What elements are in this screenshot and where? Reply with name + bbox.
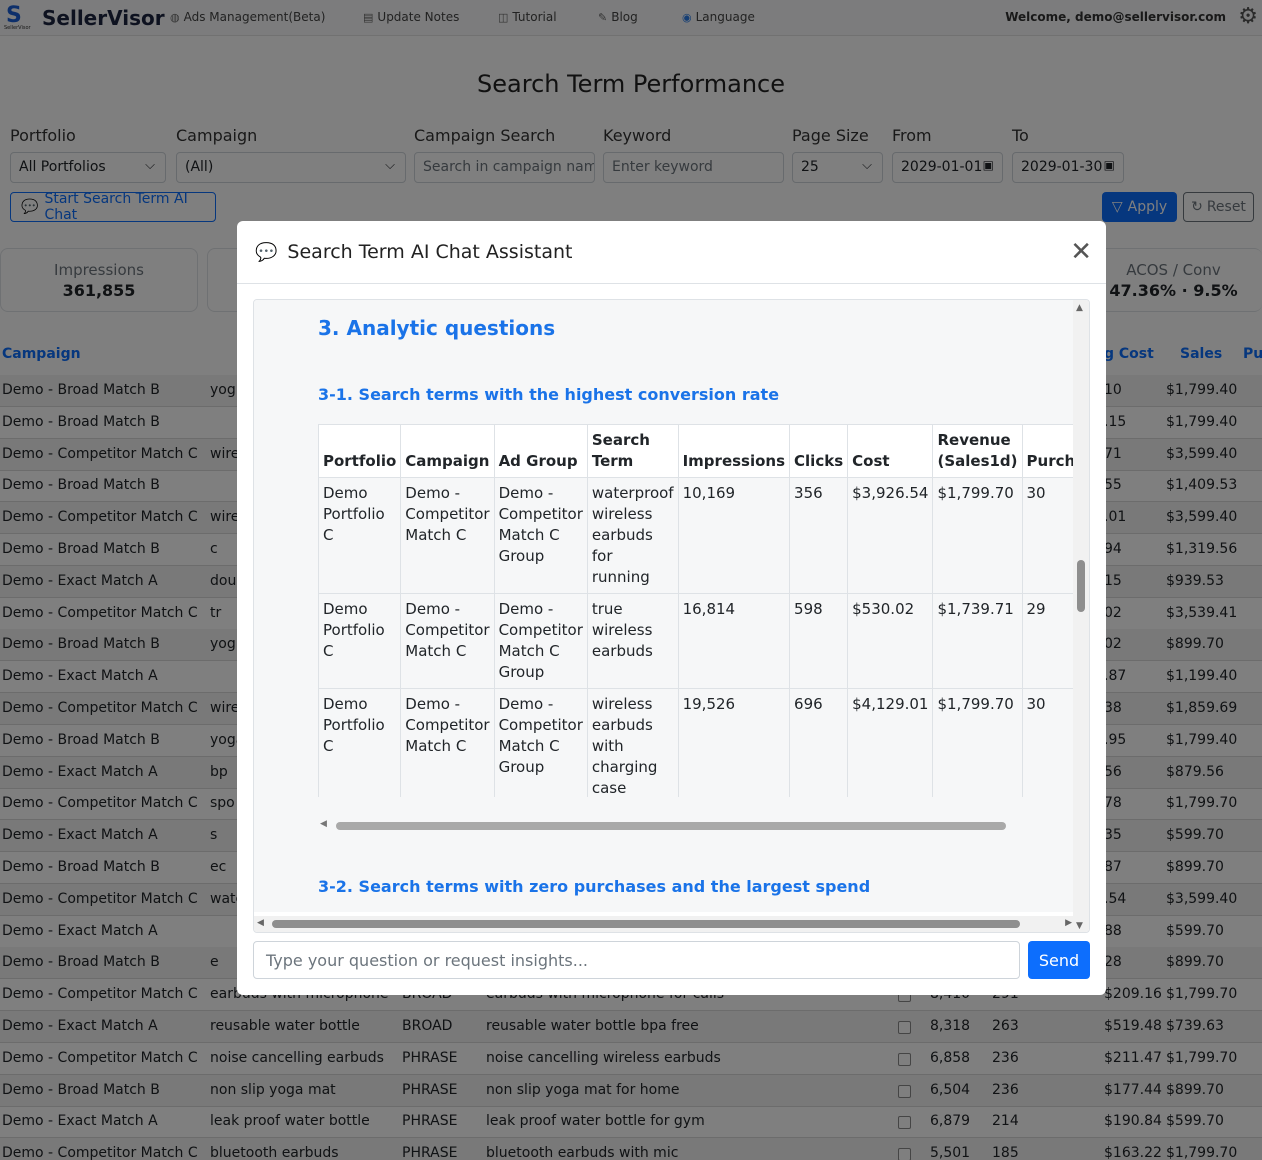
cell-cost: $530.02 <box>847 593 934 689</box>
cell-portfolio: Demo Portfolio C <box>318 477 402 594</box>
scroll-left-icon[interactable]: ◀ <box>320 819 327 829</box>
cell-revenue: $1,799.70 <box>932 688 1023 797</box>
ai-chat-modal: 💬 Search Term AI Chat Assistant ✕ 3. Ana… <box>237 221 1106 995</box>
results-row: Demo Portfolio C Demo - Competitor Match … <box>318 688 1074 797</box>
chat-vertical-scrollbar[interactable]: ▲ ▼ <box>1073 300 1089 932</box>
results-table: Portfolio Campaign Ad Group Search Term … <box>318 424 1074 797</box>
col-cost: Cost <box>847 424 934 478</box>
cell-campaign: Demo - Competitor Match C <box>400 593 495 689</box>
cell-campaign: Demo - Competitor Match C <box>400 688 495 797</box>
scrollbar-thumb[interactable] <box>272 920 1020 928</box>
modal-header: 💬 Search Term AI Chat Assistant ✕ <box>237 221 1106 284</box>
cell-portfolio: Demo Portfolio C <box>318 688 402 797</box>
cell-cost: $3,926.54 <box>847 477 934 594</box>
cell-purchases: 30 <box>1021 688 1074 797</box>
close-icon[interactable]: ✕ <box>1070 239 1092 265</box>
subsection-heading-2: 3-2. Search terms with zero purchases an… <box>318 877 871 896</box>
cell-impressions: 19,526 <box>677 688 791 797</box>
cell-ad-group: Demo - Competitor Match C Group <box>493 477 588 594</box>
cell-impressions: 16,814 <box>677 593 791 689</box>
results-table-wrapper[interactable]: Portfolio Campaign Ad Group Search Term … <box>318 424 1074 797</box>
col-revenue: Revenue (Sales1d) <box>932 424 1023 478</box>
cell-ad-group: Demo - Competitor Match C Group <box>493 593 588 689</box>
col-impressions: Impressions <box>677 424 791 478</box>
cell-portfolio: Demo Portfolio C <box>318 593 402 689</box>
results-table-body: Demo Portfolio C Demo - Competitor Match … <box>318 477 1074 797</box>
cell-clicks: 356 <box>789 477 849 594</box>
cell-revenue: $1,739.71 <box>932 593 1023 689</box>
col-portfolio: Portfolio <box>318 424 402 478</box>
col-purchases: Purchases <box>1021 424 1074 478</box>
subsection-heading-1: 3-1. Search terms with the highest conve… <box>318 385 780 404</box>
scroll-right-icon[interactable]: ▶ <box>1065 918 1072 928</box>
cell-purchases: 30 <box>1021 477 1074 594</box>
cell-purchases: 29 <box>1021 593 1074 689</box>
cell-clicks: 598 <box>789 593 849 689</box>
modal-title: Search Term AI Chat Assistant <box>287 241 573 263</box>
cell-search-term: waterproof wireless earbuds for running <box>586 477 679 594</box>
col-search-term: Search Term <box>586 424 679 478</box>
scroll-left-icon[interactable]: ◀ <box>257 918 264 928</box>
cell-search-term: wireless earbuds with charging case <box>586 688 679 797</box>
col-ad-group: Ad Group <box>493 424 588 478</box>
section-heading: 3. Analytic questions <box>318 316 556 340</box>
results-header-row: Portfolio Campaign Ad Group Search Term … <box>318 424 1074 478</box>
scroll-down-icon[interactable]: ▼ <box>1076 921 1083 931</box>
cell-revenue: $1,799.70 <box>932 477 1023 594</box>
scrollbar-thumb[interactable] <box>336 822 1006 830</box>
results-row: Demo Portfolio C Demo - Competitor Match … <box>318 593 1074 689</box>
scrollbar-thumb[interactable] <box>1077 560 1085 612</box>
col-clicks: Clicks <box>789 424 849 478</box>
cell-cost: $4,129.01 <box>847 688 934 797</box>
col-campaign: Campaign <box>400 424 495 478</box>
chat-horizontal-scrollbar[interactable]: ◀ ▶ <box>254 916 1075 932</box>
table-horizontal-scrollbar[interactable]: ◀ <box>318 819 1074 831</box>
scroll-up-icon[interactable]: ▲ <box>1076 303 1083 313</box>
cell-clicks: 696 <box>789 688 849 797</box>
results-row: Demo Portfolio C Demo - Competitor Match … <box>318 477 1074 594</box>
send-button[interactable]: Send <box>1028 941 1090 979</box>
chat-bubble-icon: 💬 <box>255 241 278 263</box>
cell-impressions: 10,169 <box>677 477 791 594</box>
assistant-message: 3. Analytic questions 3-1. Search terms … <box>254 300 1074 912</box>
chat-input[interactable]: Type your question or request insights..… <box>253 941 1020 979</box>
cell-search-term: true wireless earbuds <box>586 593 679 689</box>
chat-messages[interactable]: 3. Analytic questions 3-1. Search terms … <box>253 299 1090 933</box>
cell-campaign: Demo - Competitor Match C <box>400 477 495 594</box>
cell-ad-group: Demo - Competitor Match C Group <box>493 688 588 797</box>
